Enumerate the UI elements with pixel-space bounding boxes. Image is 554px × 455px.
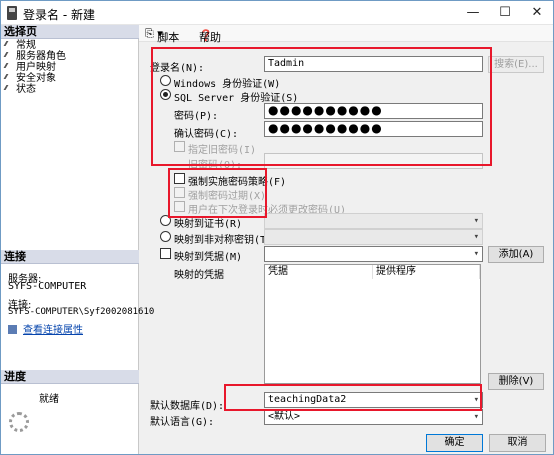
properties-icon	[8, 325, 17, 334]
enforce-policy-label: 强制实施密码策略(F)	[188, 177, 287, 188]
old-password-input[interactable]	[264, 153, 483, 169]
asym-key-select[interactable]: ▾	[264, 229, 483, 245]
must-change-checkbox[interactable]	[174, 201, 185, 212]
login-new-dialog: 登录名 - 新建 — ☐ ✕ 选择页 常规 服务器角色 用户映射 安全对象 状态…	[0, 0, 554, 455]
mapped-credentials-label: 映射的凭据	[174, 270, 224, 281]
grid-column-provider[interactable]: 提供程序	[373, 265, 480, 279]
map-certificate-label: 映射到证书(R)	[174, 219, 243, 230]
sql-auth-label: SQL Server 身份验证(S)	[174, 93, 299, 104]
connection-value: SYFS-COMPUTER\Syf2002081610	[8, 307, 155, 317]
window-title: 登录名 - 新建	[23, 8, 95, 22]
left-pane: 选择页 常规 服务器角色 用户映射 安全对象 状态 连接 服务器: SYFS-C…	[1, 25, 154, 454]
credential-select[interactable]: ▾	[264, 246, 483, 262]
minimize-button[interactable]: —	[457, 1, 489, 25]
sidebar-item-user-mapping[interactable]: 用户映射	[5, 62, 56, 73]
toolbar: ⎘ 脚本 ▾ ❓ 帮助	[139, 25, 553, 44]
old-password-label: 旧密码(O):	[188, 160, 243, 171]
chevron-down-icon: ▾	[473, 395, 479, 405]
ok-button[interactable]: 确定	[426, 434, 483, 452]
select-page-header: 选择页	[1, 25, 139, 39]
default-language-select[interactable]: <默认> ▾	[264, 409, 483, 425]
default-database-select[interactable]: teachingData2 ▾	[264, 392, 483, 408]
progress-header: 进度	[1, 370, 139, 384]
progress-spinner-icon	[9, 412, 29, 432]
map-credential-checkbox[interactable]	[160, 248, 171, 259]
cancel-button[interactable]: 取消	[489, 434, 546, 452]
map-asym-key-radio[interactable]	[160, 231, 171, 242]
chevron-down-icon: ▾	[473, 232, 479, 242]
page-icon	[5, 51, 13, 59]
password-input[interactable]: ●●●●●●●●●●	[264, 103, 483, 119]
confirm-password-input[interactable]: ●●●●●●●●●●	[264, 121, 483, 137]
password-label: 密码(P):	[174, 111, 219, 122]
page-icon	[5, 84, 13, 92]
page-icon	[5, 73, 13, 81]
server-value: SYFS-COMPUTER	[8, 281, 87, 292]
server-app-icon	[7, 6, 17, 20]
map-asym-key-label: 映射到非对称密钥(T)	[174, 235, 273, 246]
windows-auth-radio[interactable]	[160, 75, 171, 86]
default-language-label: 默认语言(G):	[150, 417, 215, 428]
certificate-select[interactable]: ▾	[264, 213, 483, 229]
maximize-button[interactable]: ☐	[489, 1, 521, 25]
script-menu[interactable]: ⎘ 脚本 ▾	[145, 27, 179, 44]
sidebar-item-status[interactable]: 状态	[5, 84, 36, 95]
chevron-down-icon: ▾	[473, 249, 479, 259]
add-button[interactable]: 添加(A)	[488, 246, 544, 263]
enforce-expiration-checkbox[interactable]	[174, 187, 185, 198]
view-connection-properties-link[interactable]: 查看连接属性	[8, 321, 83, 336]
chevron-down-icon: ▾	[473, 216, 479, 226]
login-name-label: 登录名(N):	[150, 63, 205, 74]
enforce-expiration-label: 强制密码过期(X)	[188, 191, 267, 202]
specify-old-password-checkbox[interactable]	[174, 141, 185, 152]
default-database-label: 默认数据库(D):	[150, 401, 225, 412]
sidebar-item-securables[interactable]: 安全对象	[5, 73, 56, 84]
grid-column-credential[interactable]: 凭据	[265, 265, 373, 279]
map-credential-label: 映射到凭据(M)	[174, 252, 243, 263]
sidebar-item-general[interactable]: 常规	[5, 40, 36, 51]
page-icon	[5, 40, 13, 48]
map-certificate-radio[interactable]	[160, 215, 171, 226]
sql-auth-radio[interactable]	[160, 89, 171, 100]
sidebar-item-server-roles[interactable]: 服务器角色	[5, 51, 66, 62]
title-bar: 登录名 - 新建 — ☐ ✕	[1, 1, 553, 25]
remove-button[interactable]: 删除(V)	[488, 373, 544, 390]
login-name-input[interactable]: Tadmin	[264, 56, 483, 72]
chevron-down-icon: ▾	[473, 412, 479, 422]
progress-status: 就绪	[39, 394, 59, 405]
search-button[interactable]: 搜索(E)...	[488, 56, 544, 73]
enforce-policy-checkbox[interactable]	[174, 173, 185, 184]
page-icon	[5, 62, 13, 70]
specify-old-password-label: 指定旧密码(I)	[188, 145, 257, 156]
mapped-credentials-grid[interactable]: 凭据 提供程序	[264, 264, 481, 384]
windows-auth-label: Windows 身份验证(W)	[174, 79, 281, 90]
close-button[interactable]: ✕	[521, 1, 553, 25]
connection-header: 连接	[1, 250, 139, 264]
confirm-password-label: 确认密码(C):	[174, 129, 239, 140]
